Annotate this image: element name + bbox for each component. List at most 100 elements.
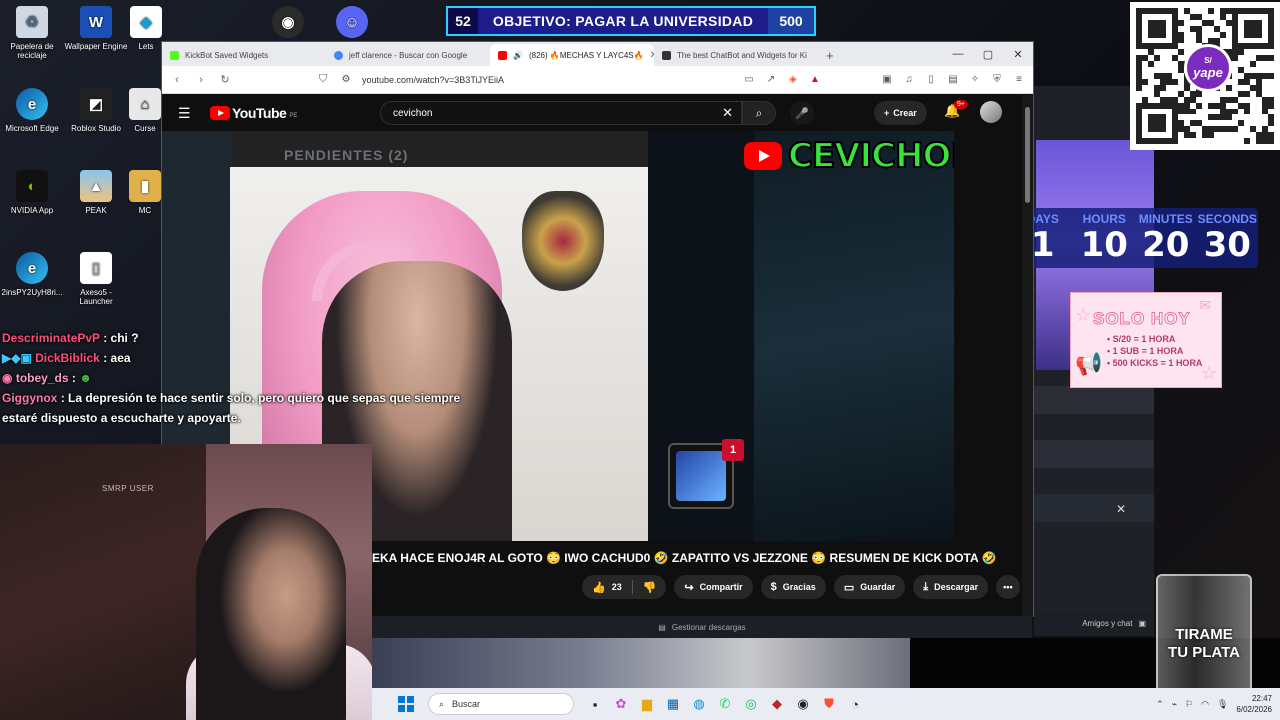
obs-icon[interactable]: ◉: [790, 691, 816, 717]
save-button[interactable]: ▭ Guardar: [833, 575, 906, 599]
taskbar: ⌕ Buscar ▪ ✿ ▆ ▦ ◍ ✆ ◎ ◆ ◉ ⛊ ◔ ⌃ ⌁ ⚐ ◠ 🎙…: [372, 688, 1280, 720]
desktop-icon-label: PEAK: [85, 206, 107, 215]
desktop-icon-edge-shortcut[interactable]: e 2insPY2UyH8ri...: [0, 252, 64, 297]
bookmark-icon[interactable]: ⛉: [316, 73, 330, 86]
video-text-pendientes: PENDIENTES (2): [284, 147, 409, 163]
task-view-icon[interactable]: ▪: [582, 691, 608, 717]
voice-search-button[interactable]: 🎤: [790, 101, 814, 125]
brave-icon[interactable]: ⛊: [816, 691, 842, 717]
site-info-icon[interactable]: ⚙: [340, 74, 352, 86]
youtube-search-input[interactable]: cevichon ✕: [380, 101, 742, 125]
dota-icon[interactable]: ◆: [764, 691, 790, 717]
desktop-icon-label: Lets: [138, 42, 154, 51]
brave-shield-icon[interactable]: ◈: [787, 74, 799, 86]
spotify-icon[interactable]: ◎: [738, 691, 764, 717]
reload-icon[interactable]: ↻: [218, 73, 232, 86]
tip-jar-text: TIRAME TU PLATA: [1158, 626, 1250, 662]
desktop-icon-discord[interactable]: ☺: [320, 6, 384, 42]
leo-icon[interactable]: ✧: [969, 74, 981, 86]
desktop-icon-wallpaper-engine[interactable]: W Wallpaper Engine: [64, 6, 128, 51]
desktop-icon-peak[interactable]: ▲ PEAK: [64, 170, 128, 215]
forward-icon[interactable]: ›: [194, 74, 208, 86]
security-icon[interactable]: ⚐: [1185, 699, 1193, 710]
desktop-icon-obs[interactable]: ◉: [256, 6, 320, 42]
clear-search-icon[interactable]: ✕: [722, 105, 733, 121]
countdown-seconds: SECONDS 30: [1197, 208, 1259, 268]
vpn-icon[interactable]: ⛨: [991, 74, 1003, 86]
desktop-icon-label: 2insPY2UyH8ri...: [1, 288, 63, 297]
like-icon[interactable]: 👍: [592, 581, 606, 594]
whatsapp-icon[interactable]: ✆: [712, 691, 738, 717]
scrollbar[interactable]: [1022, 95, 1033, 617]
back-icon[interactable]: ‹: [170, 74, 184, 86]
edge-icon[interactable]: ◍: [686, 691, 712, 717]
chat-message: ◉ tobey_ds : ☻: [2, 368, 502, 388]
close-icon[interactable]: ✕: [1116, 502, 1126, 516]
menu-icon[interactable]: ☰: [178, 105, 202, 122]
network-icon[interactable]: ⌁: [1172, 699, 1177, 710]
store-icon[interactable]: ▦: [660, 691, 686, 717]
desktop-icon-edge[interactable]: e Microsoft Edge: [0, 88, 64, 133]
desktop-icon-recycle-bin[interactable]: ♻ Papelera de reciclaje: [0, 6, 64, 60]
video-actions: 👍 23 👎 ↪ Compartir $ Gracias ▭ Guardar ⤓…: [582, 575, 1020, 601]
countdown-label: SECONDS: [1197, 212, 1257, 226]
desktop-icon-label: Wallpaper Engine: [64, 42, 128, 51]
tab-kickbot-widgets[interactable]: KickBot Saved Widgets: [162, 44, 326, 66]
friends-chat-button[interactable]: Amigos y chat ▣: [1034, 612, 1154, 634]
share-icon[interactable]: ↗: [765, 74, 777, 86]
desktop-icon-curse[interactable]: ⌂ Curse: [128, 88, 162, 133]
kick-icon: [170, 50, 179, 60]
youtube-logo[interactable]: YouTube PE: [210, 105, 297, 121]
like-dislike-group: 👍 23 👎: [582, 575, 667, 599]
desktop-icon-mc[interactable]: ▮ MC: [128, 170, 162, 215]
thanks-button[interactable]: $ Gracias: [760, 575, 826, 599]
chat-text: : aea: [103, 351, 131, 365]
youtube-play-icon: [210, 106, 230, 120]
desktop-icon-axeso5[interactable]: ▯ Axeso5 - Launcher: [64, 252, 128, 306]
start-button[interactable]: [398, 696, 414, 712]
wallet-icon[interactable]: ▤: [947, 74, 959, 86]
close-window-button[interactable]: ✕: [1003, 42, 1033, 66]
desktop-icon-roblox-studio[interactable]: ◩ Roblox Studio: [64, 88, 128, 133]
copilot-icon[interactable]: ✿: [608, 691, 634, 717]
clock[interactable]: 22:47 6/02/2026: [1236, 693, 1272, 715]
steam-icon[interactable]: ◔: [842, 691, 868, 717]
chevron-up-icon[interactable]: ⌃: [1156, 699, 1164, 710]
desktop-icon-label: Curse: [134, 124, 156, 133]
mic-icon[interactable]: 🎙: [1217, 699, 1228, 710]
desktop-icon-nvidia[interactable]: ◐ NVIDIA App: [0, 170, 64, 215]
new-tab-button[interactable]: +: [818, 44, 842, 66]
sidebar-icon[interactable]: ▣: [881, 74, 893, 86]
desktop-icon-lets[interactable]: ◆ Lets: [128, 6, 164, 51]
downloads-bar[interactable]: ▤ Gestionar descargas: [372, 616, 1032, 638]
download-button[interactable]: ⤓ Descargar: [913, 575, 989, 599]
more-actions-button[interactable]: •••: [996, 575, 1020, 599]
rewards-icon[interactable]: ▲: [809, 74, 821, 86]
dislike-icon[interactable]: 👎: [643, 581, 657, 594]
tab-youtube-video[interactable]: 🔊 (826) 🔥MECHAS Y LAYC4S🔥 ✕: [490, 44, 654, 66]
menu-icon[interactable]: ≡: [1013, 74, 1025, 86]
countdown-value: 10: [1080, 225, 1128, 265]
like-count[interactable]: 23: [612, 582, 622, 592]
url-field[interactable]: youtube.com/watch?v=3B3TiJYEiiA: [362, 75, 733, 85]
wifi-icon[interactable]: ◠: [1201, 699, 1209, 710]
create-button[interactable]: + Crear: [874, 101, 927, 125]
media-icon[interactable]: ♫: [903, 74, 915, 86]
tab-google-search[interactable]: jeff clarence - Buscar con Google: [326, 44, 490, 66]
scrollbar-thumb[interactable]: [1025, 107, 1030, 203]
search-button[interactable]: ⌕: [742, 101, 776, 125]
minimize-button[interactable]: —: [943, 42, 973, 66]
file-explorer-icon[interactable]: ▆: [634, 691, 660, 717]
tab-title: (826) 🔥MECHAS Y LAYC4S🔥: [528, 50, 644, 60]
share-button[interactable]: ↪ Compartir: [674, 575, 753, 599]
taskbar-search[interactable]: ⌕ Buscar: [428, 693, 574, 715]
chat-message: ▶◆▣ DickBiblick : aea: [2, 348, 502, 368]
cast-icon[interactable]: ▭: [743, 74, 755, 86]
search-icon: ⌕: [439, 698, 445, 709]
tip-jar-line: TIRAME: [1175, 626, 1233, 643]
avatar[interactable]: [980, 101, 1002, 123]
reading-list-icon[interactable]: ▯: [925, 74, 937, 86]
tab-kickbot-chatbot[interactable]: The best ChatBot and Widgets for Ki: [654, 44, 818, 66]
maximize-button[interactable]: ▢: [973, 42, 1003, 66]
window-controls: — ▢ ✕: [943, 42, 1033, 66]
